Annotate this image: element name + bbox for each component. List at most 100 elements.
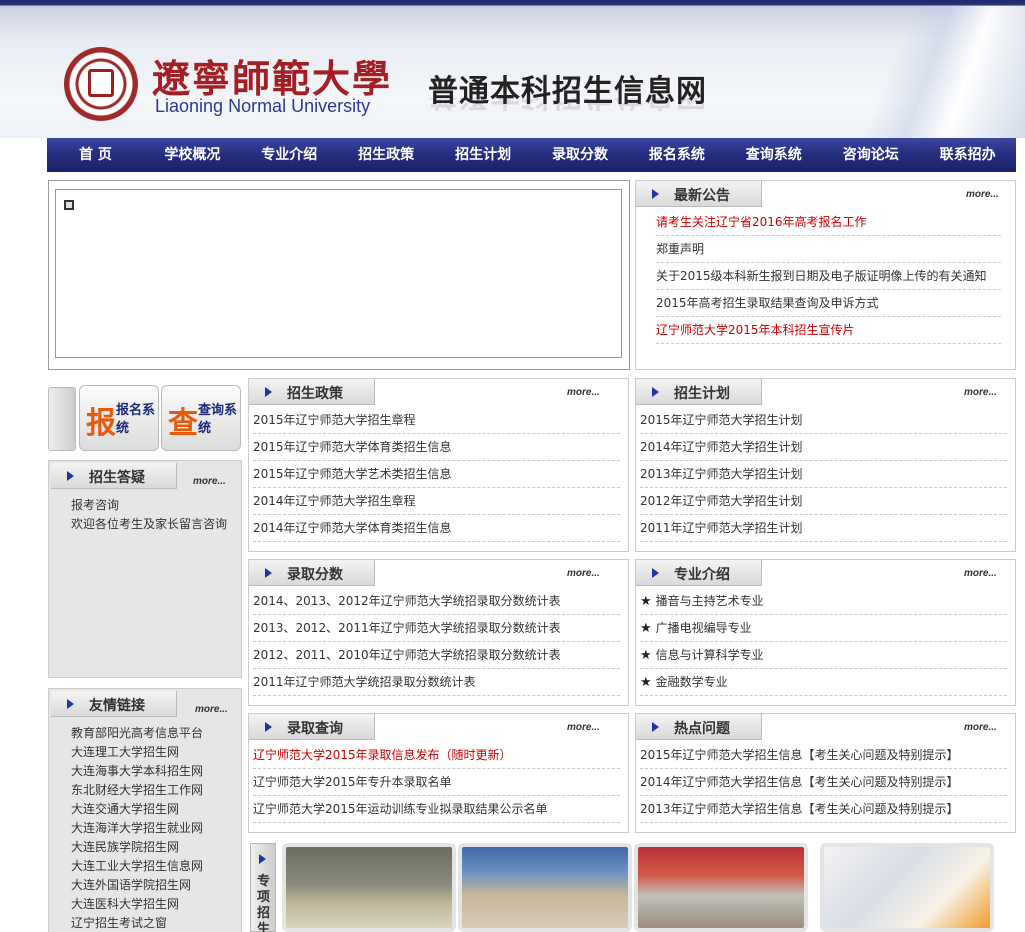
more-link[interactable]: more... — [567, 722, 600, 733]
panel-title: 专业介绍 — [674, 567, 730, 583]
list-item[interactable]: 2014年辽宁师范大学招生信息【考生关心问题及特别提示】 — [640, 769, 1007, 796]
panel-header: 招生答疑 — [51, 463, 177, 489]
list-item[interactable]: 2015年辽宁师范大学招生章程 — [253, 407, 620, 434]
policy-panel: 招生政策 more... 2015年辽宁师范大学招生章程 2015年辽宁师范大学… — [248, 378, 629, 552]
list-item[interactable]: 辽宁师范大学2015年本科招生宣传片 — [656, 317, 1001, 344]
list-item[interactable]: 大连交通大学招生网 — [71, 800, 203, 819]
links-list: 教育部阳光高考信息平台 大连理工大学招生网 大连海事大学本科招生网 东北财经大学… — [71, 724, 203, 932]
panel-title: 招生政策 — [287, 386, 343, 402]
plan-panel: 招生计划 more... 2015年辽宁师范大学招生计划 2014年辽宁师范大学… — [635, 378, 1016, 552]
more-link[interactable]: more... — [195, 704, 228, 715]
panel-title: 录取分数 — [287, 567, 343, 583]
list-item[interactable]: 大连医科大学招生网 — [71, 895, 203, 914]
more-link[interactable]: more... — [193, 476, 226, 487]
logo-english: Liaoning Normal University — [155, 96, 371, 116]
policy-list: 2015年辽宁师范大学招生章程 2015年辽宁师范大学体育类招生信息 2015年… — [253, 407, 620, 542]
list-item[interactable]: 2013、2012、2011年辽宁师范大学统招录取分数统计表 — [253, 615, 620, 642]
arrow-icon — [652, 722, 659, 732]
slideshow-frame — [55, 189, 622, 358]
list-item[interactable]: ★ 播音与主持艺术专业 — [640, 588, 1007, 615]
nav-query[interactable]: 查询系统 — [725, 138, 822, 172]
nav-forum[interactable]: 咨询论坛 — [822, 138, 919, 172]
dance-photo[interactable] — [458, 843, 632, 932]
list-item[interactable]: 2011年辽宁师范大学招生计划 — [640, 515, 1007, 542]
list-item[interactable]: 2014年辽宁师范大学招生计划 — [640, 434, 1007, 461]
list-item[interactable]: 2015年辽宁师范大学招生信息【考生关心问题及特别提示】 — [640, 742, 1007, 769]
list-item[interactable]: 大连外国语学院招生网 — [71, 876, 203, 895]
list-item[interactable]: 大连海事大学本科招生网 — [71, 762, 203, 781]
panel-header: 友情链接 — [51, 691, 177, 717]
art-photo[interactable] — [282, 843, 456, 932]
query-glyph: 查 — [168, 406, 198, 441]
list-item[interactable]: ★ 广播电视编导专业 — [640, 615, 1007, 642]
list-item[interactable]: 报考咨询 — [71, 496, 227, 515]
panel-header: 录取查询 — [249, 714, 375, 740]
list-item[interactable]: 2015年辽宁师范大学体育类招生信息 — [253, 434, 620, 461]
panel-header: 录取分数 — [249, 560, 375, 586]
list-item[interactable]: 大连工业大学招生信息网 — [71, 857, 203, 876]
panel-header: 招生计划 — [636, 379, 762, 405]
list-item[interactable]: 大连民族学院招生网 — [71, 838, 203, 857]
list-item[interactable]: 辽宁师范大学2015年专升本录取名单 — [253, 769, 620, 796]
nav-home[interactable]: 首 页 — [47, 138, 144, 172]
list-item[interactable]: 2012、2011、2010年辽宁师范大学统招录取分数统计表 — [253, 642, 620, 669]
nav-about[interactable]: 学校概况 — [144, 138, 241, 172]
list-item[interactable]: 2013年辽宁师范大学招生计划 — [640, 461, 1007, 488]
list-item[interactable]: 教育部阳光高考信息平台 — [71, 724, 203, 743]
major-name: 播音与主持艺术专业 — [655, 594, 764, 608]
list-item[interactable]: 郑重声明 — [656, 236, 1001, 263]
list-item[interactable]: 2015年高考招生录取结果查询及申诉方式 — [656, 290, 1001, 317]
panel-title: 最新公告 — [674, 188, 730, 204]
list-item[interactable]: 2015年辽宁师范大学招生计划 — [640, 407, 1007, 434]
sports-photo[interactable] — [634, 843, 808, 932]
signup-label: 报名系统 — [116, 403, 156, 436]
panel-header: 热点问题 — [636, 714, 762, 740]
nav-policy[interactable]: 招生政策 — [338, 138, 435, 172]
arrow-icon — [652, 189, 659, 199]
arrow-icon — [67, 699, 74, 709]
list-item[interactable]: 辽宁师范大学2015年录取信息发布（随时更新） — [253, 742, 620, 769]
more-link[interactable]: more... — [964, 387, 997, 398]
more-link[interactable]: more... — [964, 722, 997, 733]
list-item[interactable]: 2013年辽宁师范大学招生信息【考生关心问题及特别提示】 — [640, 796, 1007, 823]
nav-majors[interactable]: 专业介绍 — [241, 138, 338, 172]
list-item[interactable]: 欢迎各位考生及家长留言咨询 — [71, 515, 227, 534]
list-item[interactable]: 2012年辽宁师范大学招生计划 — [640, 488, 1007, 515]
nav-plan[interactable]: 招生计划 — [435, 138, 532, 172]
list-item[interactable]: 2011年辽宁师范大学统招录取分数统计表 — [253, 669, 620, 696]
books-photo[interactable] — [820, 843, 994, 932]
faq-panel: 招生答疑 more... 报考咨询 欢迎各位考生及家长留言咨询 — [48, 460, 242, 678]
more-link[interactable]: more... — [567, 387, 600, 398]
query-panel: 录取查询 more... 辽宁师范大学2015年录取信息发布（随时更新） 辽宁师… — [248, 713, 629, 833]
list-item[interactable]: 辽宁师范大学2015年运动训练专业拟录取结果公示名单 — [253, 796, 620, 823]
list-item[interactable]: 东北财经大学招生工作网 — [71, 781, 203, 800]
arrow-icon — [259, 854, 266, 864]
list-item[interactable]: 大连海洋大学招生就业网 — [71, 819, 203, 838]
list-item[interactable]: 2014年辽宁师范大学招生章程 — [253, 488, 620, 515]
list-item[interactable]: 请考生关注辽宁省2016年高考报名工作 — [656, 209, 1001, 236]
list-item[interactable]: 2014、2013、2012年辽宁师范大学统招录取分数统计表 — [253, 588, 620, 615]
logo-chinese: 遼寧師範大學 — [152, 56, 393, 101]
signup-system-button[interactable]: 报 报名系统 — [79, 385, 159, 451]
list-item[interactable]: ★ 金融数学专业 — [640, 669, 1007, 696]
nav-scores[interactable]: 录取分数 — [532, 138, 629, 172]
list-item[interactable]: ★ 信息与计算科学专业 — [640, 642, 1007, 669]
more-link[interactable]: more... — [567, 568, 600, 579]
scores-list: 2014、2013、2012年辽宁师范大学统招录取分数统计表 2013、2012… — [253, 588, 620, 696]
list-item[interactable]: 大连理工大学招生网 — [71, 743, 203, 762]
nav-signup[interactable]: 报名系统 — [628, 138, 725, 172]
list-item[interactable]: 辽宁招生考试之窗 — [71, 914, 203, 932]
list-item[interactable]: 2014年辽宁师范大学体育类招生信息 — [253, 515, 620, 542]
list-item[interactable]: 关于2015级本科新生报到日期及电子版证明像上传的有关通知 — [656, 263, 1001, 290]
majors-panel: 专业介绍 more... ★ 播音与主持艺术专业 ★ 广播电视编导专业 ★ 信息与计算… — [635, 559, 1016, 706]
more-link[interactable]: more... — [964, 568, 997, 579]
strip-label: 专项招生 — [250, 843, 276, 932]
query-system-button[interactable]: 查 查询系统 — [161, 385, 241, 451]
more-link[interactable]: more... — [966, 189, 999, 200]
slideshow[interactable] — [48, 180, 630, 370]
announcement-list: 请考生关注辽宁省2016年高考报名工作 郑重声明 关于2015级本科新生报到日期… — [656, 209, 1001, 344]
arrow-icon — [265, 387, 272, 397]
list-item[interactable]: 2015年辽宁师范大学艺术类招生信息 — [253, 461, 620, 488]
nav-contact[interactable]: 联系招办 — [919, 138, 1016, 172]
arrow-icon — [265, 568, 272, 578]
